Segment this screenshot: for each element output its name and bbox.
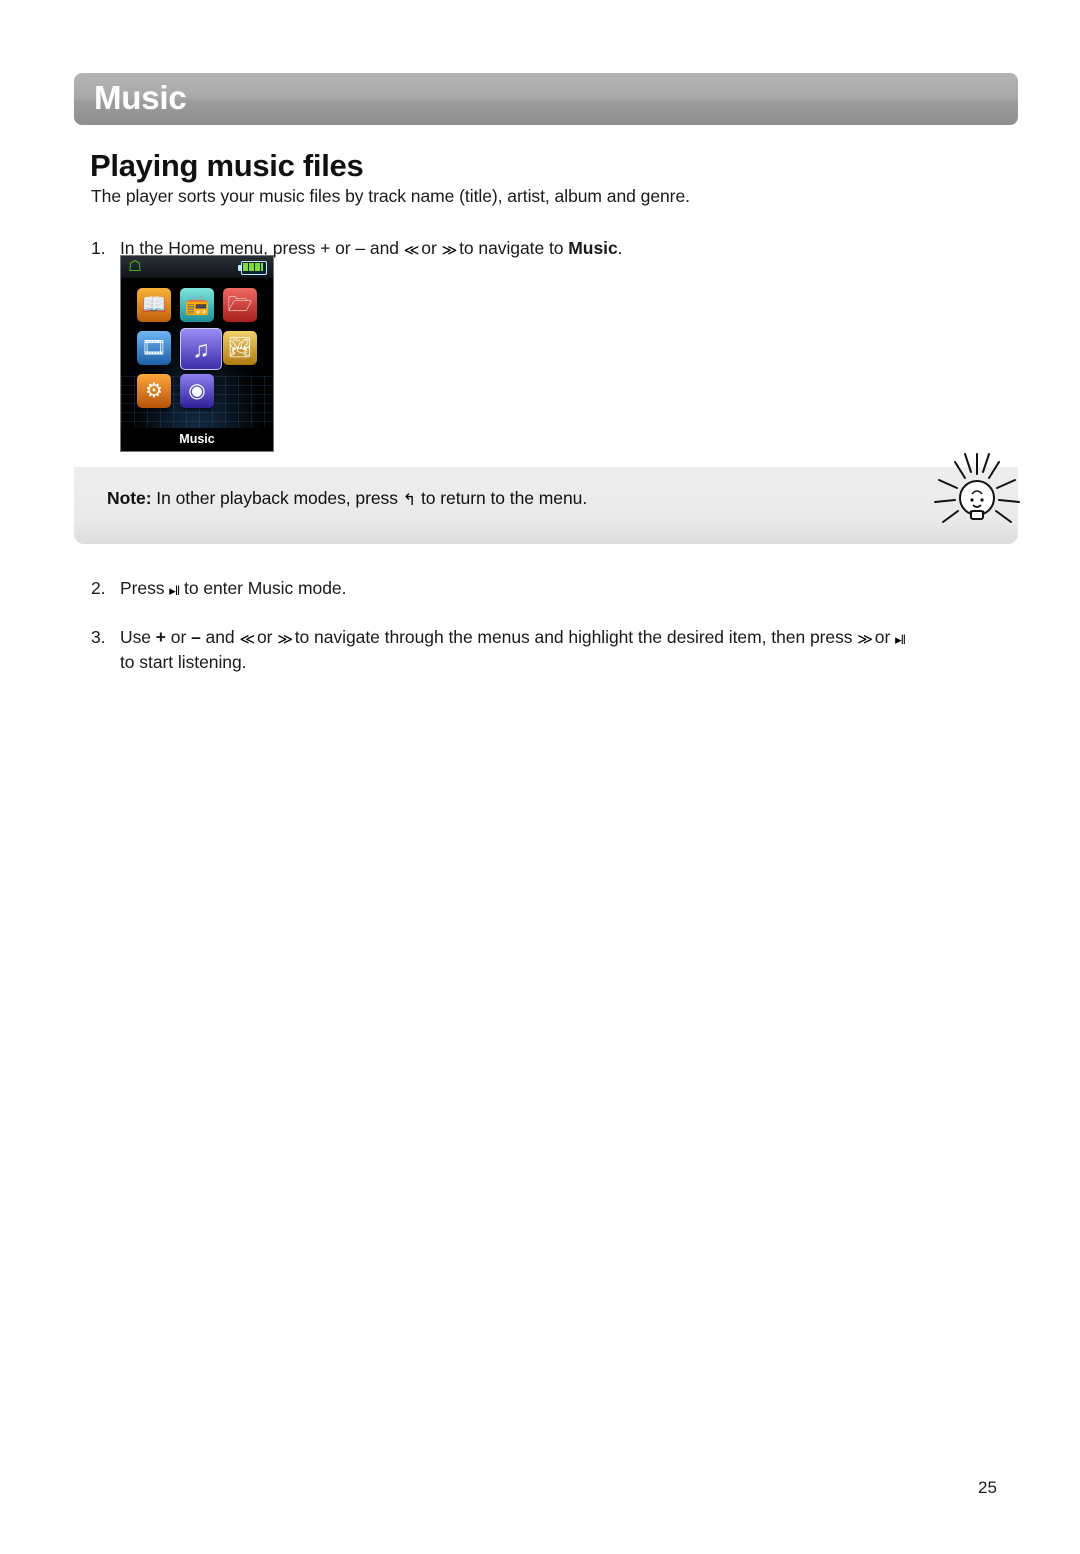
step-3-line-2: to start listening. (120, 652, 247, 672)
plus-key-label: + (155, 627, 166, 647)
settings-icon: ⚙ (137, 374, 171, 408)
lightbulb-icon (934, 453, 1020, 523)
step-2-text-after: to enter Music mode. (179, 578, 347, 598)
note-text-after: to return to the menu. (416, 488, 588, 508)
device-selected-label: Music (121, 428, 273, 451)
device-status-bar: ☖ (121, 256, 273, 279)
next-key-icon-2: ≫ (857, 631, 873, 648)
step-2-number: 2. (91, 578, 106, 598)
note-label: Note: (107, 488, 152, 508)
minus-key-label: – (191, 627, 201, 647)
step-3-mid-4: to navigate through the menus and highli… (289, 627, 858, 647)
step-3-text: Use + or – and ≪ or ≫ to navigate throug… (120, 625, 1025, 675)
step-3-mid-2: and (200, 627, 240, 647)
photo-icon: 🏞 (223, 331, 257, 365)
return-key-icon: ↰ (402, 492, 417, 509)
battery-icon (238, 261, 267, 275)
section-title: Playing music files (90, 148, 364, 183)
play-pause-key-icon-2: ▸‖ (895, 632, 906, 647)
step-3-text-before: Use (120, 627, 156, 647)
step-3-mid-3: or (252, 627, 278, 647)
step-1-mid-2: to navigate to (454, 238, 569, 258)
device-menu-grid: 📖 📻 🗁 🎞 ♫ 🏞 ⚙ ◉ (121, 278, 273, 428)
page-header-bar (74, 73, 1018, 125)
prev-key-icon: ≪ (403, 242, 420, 259)
step-2-text: Press ▸‖ to enter Music mode. (120, 576, 980, 601)
folder-icon: 🗁 (223, 288, 257, 322)
step-1-text-after: . (617, 238, 623, 258)
step-1-mid-1: or (416, 238, 442, 258)
next-key-icon: ≫ (441, 242, 458, 259)
home-icon: ☖ (128, 258, 142, 275)
manual-page: Music Playing music files The player sor… (0, 0, 1080, 1554)
play-pause-key-icon: ▸‖ (169, 583, 180, 598)
record-icon: ◉ (180, 374, 214, 408)
note-text-before: In other playback modes, press (151, 488, 403, 508)
music-icon: ♫ (180, 328, 222, 370)
page-number: 25 (978, 1478, 997, 1497)
ebook-icon: 📖 (137, 288, 171, 322)
step-3-number: 3. (91, 627, 106, 647)
prev-key-icon: ≪ (239, 631, 255, 648)
device-screen-image: ☖ 📖 📻 🗁 🎞 ♫ 🏞 ⚙ ◉ Music (120, 255, 274, 452)
page-title: Music (94, 79, 187, 116)
step-3-mid-5: or (870, 627, 896, 647)
step-1-bold-target: Music (568, 238, 618, 258)
next-key-icon: ≫ (277, 631, 293, 648)
radio-icon: 📻 (180, 288, 214, 322)
note-text: Note: In other playback modes, press ↰ t… (107, 488, 587, 509)
step-2-text-before: Press (120, 578, 170, 598)
step-1-number: 1. (91, 238, 106, 258)
step-3-mid-1: or (165, 627, 192, 647)
section-intro: The player sorts your music files by tra… (91, 186, 690, 206)
video-icon: 🎞 (137, 331, 171, 365)
